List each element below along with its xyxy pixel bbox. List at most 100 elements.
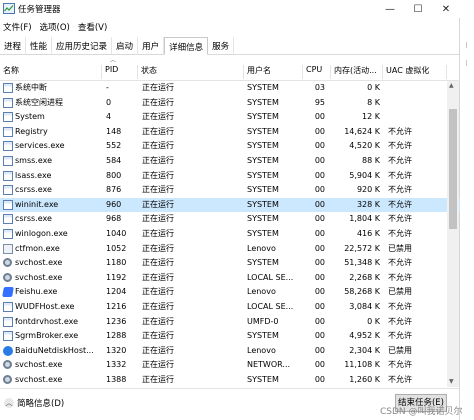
table-row[interactable]: svchost.exe 1180 正在运行 SYSTEM 00 51,348 K 不允许 (0, 256, 460, 271)
table-row[interactable]: WUDFHost.exe 1216 正在运行 LOCAL SE... 00 3,084 K… (0, 300, 460, 315)
cell-cpu: 95 (314, 97, 325, 107)
col-memory[interactable]: 内存(活动... (331, 65, 383, 79)
app-window-icon (3, 112, 13, 123)
tab-bar: 进程 性能 应用历史记录 启动 用户 详细信息 服务 (0, 37, 460, 55)
cell-name: lsass.exe (15, 170, 52, 180)
cell-pid: 1192 (106, 272, 127, 282)
table-row[interactable]: BaiduNetdiskHost... 1320 正在运行 Lenovo 00 2,304… (0, 344, 460, 359)
tab-startup[interactable]: 启动 (112, 37, 139, 54)
cell-username: Lenovo (247, 345, 276, 355)
col-name[interactable]: 名称 (0, 65, 102, 79)
cell-name: csrss.exe (15, 185, 52, 195)
col-pid[interactable]: PID (102, 65, 138, 79)
table-row[interactable]: Feishu.exe 1204 正在运行 Lenovo 00 58,268 K 已禁用 (0, 285, 460, 300)
app-window-icon (3, 331, 13, 342)
cell-pid: 1332 (106, 360, 127, 370)
table-row[interactable]: winlogon.exe 1040 正在运行 SYSTEM 00 416 K 不允许 (0, 227, 460, 242)
cell-name: winlogon.exe (15, 229, 68, 238)
menu-bar: 文件(F) 选项(O) 查看(V) (0, 19, 460, 35)
maximize-button[interactable]: ☐ (404, 0, 432, 18)
cell-pid: 4 (106, 112, 112, 122)
cell-username: SYSTEM (247, 229, 279, 238)
cell-pid: 1216 (106, 302, 127, 311)
table-row[interactable]: 系统空闲进程 0 正在运行 SYSTEM 95 8 K (0, 96, 460, 111)
menu-file[interactable]: 文件(F) (0, 19, 37, 35)
table-row[interactable]: 系统中断 - 正在运行 SYSTEM 03 0 K (0, 81, 460, 96)
cell-username: SYSTEM (247, 141, 279, 151)
app-window-icon (3, 316, 13, 327)
cell-pid: 584 (106, 156, 122, 165)
cell-memory: 12 K (362, 112, 380, 122)
cell-cpu: 00 (314, 360, 325, 370)
app-window-icon (3, 141, 13, 152)
app-window-icon (3, 229, 13, 239)
table-row[interactable]: ctfmon.exe 1052 正在运行 Lenovo 00 22,572 K 已禁用 (0, 242, 460, 257)
table-row[interactable]: lsass.exe 800 正在运行 SYSTEM 00 5,904 K 不允许 (0, 169, 460, 184)
table-row[interactable]: smss.exe 584 正在运行 SYSTEM 00 88 K 不允许 (0, 154, 460, 169)
table-row[interactable]: svchost.exe 1388 正在运行 SYSTEM 00 1,260 K 不允许 (0, 373, 460, 388)
table-row[interactable]: System 4 正在运行 SYSTEM 00 12 K (0, 110, 460, 125)
minimize-button[interactable]: — (376, 0, 404, 18)
cell-username: SYSTEM (247, 170, 279, 180)
menu-options[interactable]: 选项(O) (37, 19, 75, 35)
cell-username: SYSTEM (247, 214, 279, 224)
cell-memory: 4,952 K (349, 331, 380, 341)
vertical-scrollbar[interactable]: ▲ ▼ (447, 81, 459, 387)
cell-memory: 0 K (367, 83, 380, 92)
title-bar[interactable]: 任务管理器 — ☐ ✕ (0, 0, 460, 18)
cell-username: SYSTEM (247, 331, 279, 341)
table-row[interactable]: SgrmBroker.exe 1288 正在运行 SYSTEM 00 4,952 K 不允许 (0, 329, 460, 344)
tab-processes[interactable]: 进程 (0, 37, 27, 54)
col-username[interactable]: 用户名 (244, 65, 303, 79)
tab-app-history[interactable]: 应用历史记录 (52, 37, 113, 54)
table-header: ︿ 名称 PID 状态 用户名 CPU 内存(活动... UAC 虚拟化 (0, 57, 460, 81)
cell-pid: - (106, 83, 109, 92)
menu-view[interactable]: 查看(V) (75, 19, 112, 35)
cell-cpu: 00 (314, 375, 325, 384)
cell-uac: 不允许 (388, 199, 412, 209)
cell-cpu: 00 (314, 214, 325, 224)
cell-pid: 1388 (106, 375, 127, 384)
table-row[interactable]: Registry 148 正在运行 SYSTEM 00 14,624 K 不允许 (0, 125, 460, 140)
cell-uac: 已禁用 (388, 345, 412, 355)
table-row[interactable]: services.exe 552 正在运行 SYSTEM 00 4,520 K 不允许 (0, 139, 460, 154)
scroll-up-icon[interactable]: ▲ (449, 82, 454, 89)
tab-users[interactable]: 用户 (138, 37, 165, 54)
cell-pid: 800 (106, 170, 122, 180)
gear-icon (3, 360, 12, 370)
table-row[interactable]: fontdrvhost.exe 1236 正在运行 UMFD-0 00 0 K 不允许 (0, 315, 460, 330)
close-button[interactable]: ✕ (432, 0, 460, 18)
table-row[interactable]: svchost.exe 1192 正在运行 LOCAL SE... 00 2,268 K 不… (0, 271, 460, 286)
table-row[interactable]: svchost.exe 1332 正在运行 NETWOR... 00 11,108 K 不允… (0, 358, 460, 373)
scroll-down-icon[interactable]: ▼ (449, 378, 454, 385)
table-row[interactable]: csrss.exe 968 正在运行 SYSTEM 00 1,804 K 不允许 (0, 212, 460, 227)
cell-memory: 328 K (356, 199, 380, 209)
cell-name: services.exe (15, 141, 65, 151)
cell-name: csrss.exe (15, 214, 52, 224)
cell-cpu: 00 (314, 272, 325, 282)
cell-username: SYSTEM (247, 258, 279, 268)
tab-details[interactable]: 详细信息 (164, 37, 209, 55)
col-status[interactable]: 状态 (138, 65, 244, 79)
cell-username: Lenovo (247, 287, 276, 297)
cell-pid: 1204 (106, 287, 127, 297)
tab-performance[interactable]: 性能 (26, 37, 53, 54)
scroll-thumb[interactable] (449, 109, 457, 229)
tab-services[interactable]: 服务 (208, 37, 235, 54)
table-row[interactable]: csrss.exe 876 正在运行 SYSTEM 00 920 K 不允许 (0, 183, 460, 198)
cell-memory: 0 K (367, 316, 380, 326)
app-window-icon (3, 83, 13, 93)
gear-icon (3, 258, 12, 268)
cell-memory: 14,624 K (344, 126, 380, 136)
cell-status: 正在运行 (142, 229, 174, 238)
cell-memory: 5,904 K (349, 170, 380, 180)
table-row[interactable]: wininit.exe 960 正在运行 SYSTEM 00 328 K 不允许 (0, 197, 460, 213)
brief-info-toggle[interactable]: ︿ 简略信息(D) (4, 397, 64, 409)
edge-tick (466, 42, 467, 48)
cell-name: Feishu.exe (15, 287, 58, 297)
col-cpu[interactable]: CPU (303, 65, 331, 79)
cell-memory: 88 K (362, 156, 380, 165)
cell-username: LOCAL SE... (247, 272, 294, 282)
col-uac[interactable]: UAC 虚拟化 (383, 65, 447, 79)
gear-icon (3, 375, 12, 384)
